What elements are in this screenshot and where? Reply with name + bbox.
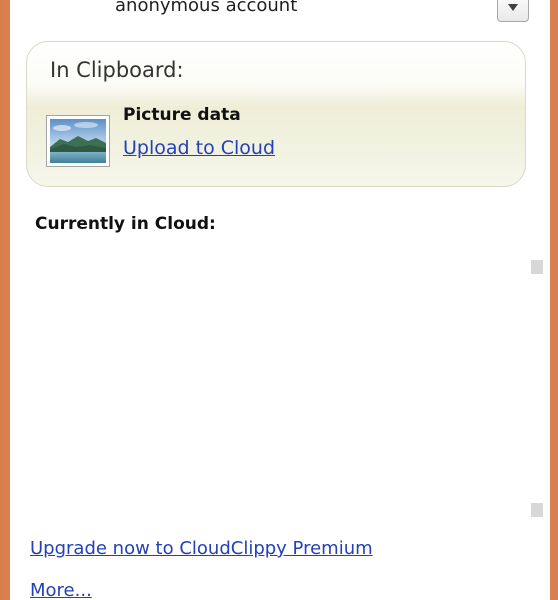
picture-thumbnail [46, 115, 110, 167]
chevron-down-icon [508, 4, 518, 11]
cloud-heading: Currently in Cloud: [35, 214, 216, 234]
clippy-panel: anonymous account In Clipboard: Picture … [10, 0, 550, 600]
clipboard-item-label: Picture data [123, 105, 241, 125]
window-frame: anonymous account In Clipboard: Picture … [0, 0, 558, 600]
more-link[interactable]: More... [30, 580, 92, 600]
scrollbar-bottom-marker[interactable] [531, 503, 543, 517]
landscape-icon [50, 119, 106, 163]
account-dropdown-button[interactable] [497, 0, 529, 22]
cloud-items-list[interactable] [35, 246, 515, 516]
clipboard-section: In Clipboard: Picture data Upload to Clo… [26, 41, 526, 187]
upgrade-premium-link[interactable]: Upgrade now to CloudClippy Premium [30, 538, 373, 559]
upload-to-cloud-link[interactable]: Upload to Cloud [123, 137, 275, 159]
clipboard-title: In Clipboard: [50, 58, 184, 82]
scrollbar-top-marker[interactable] [531, 260, 543, 274]
account-label: anonymous account [115, 0, 298, 16]
